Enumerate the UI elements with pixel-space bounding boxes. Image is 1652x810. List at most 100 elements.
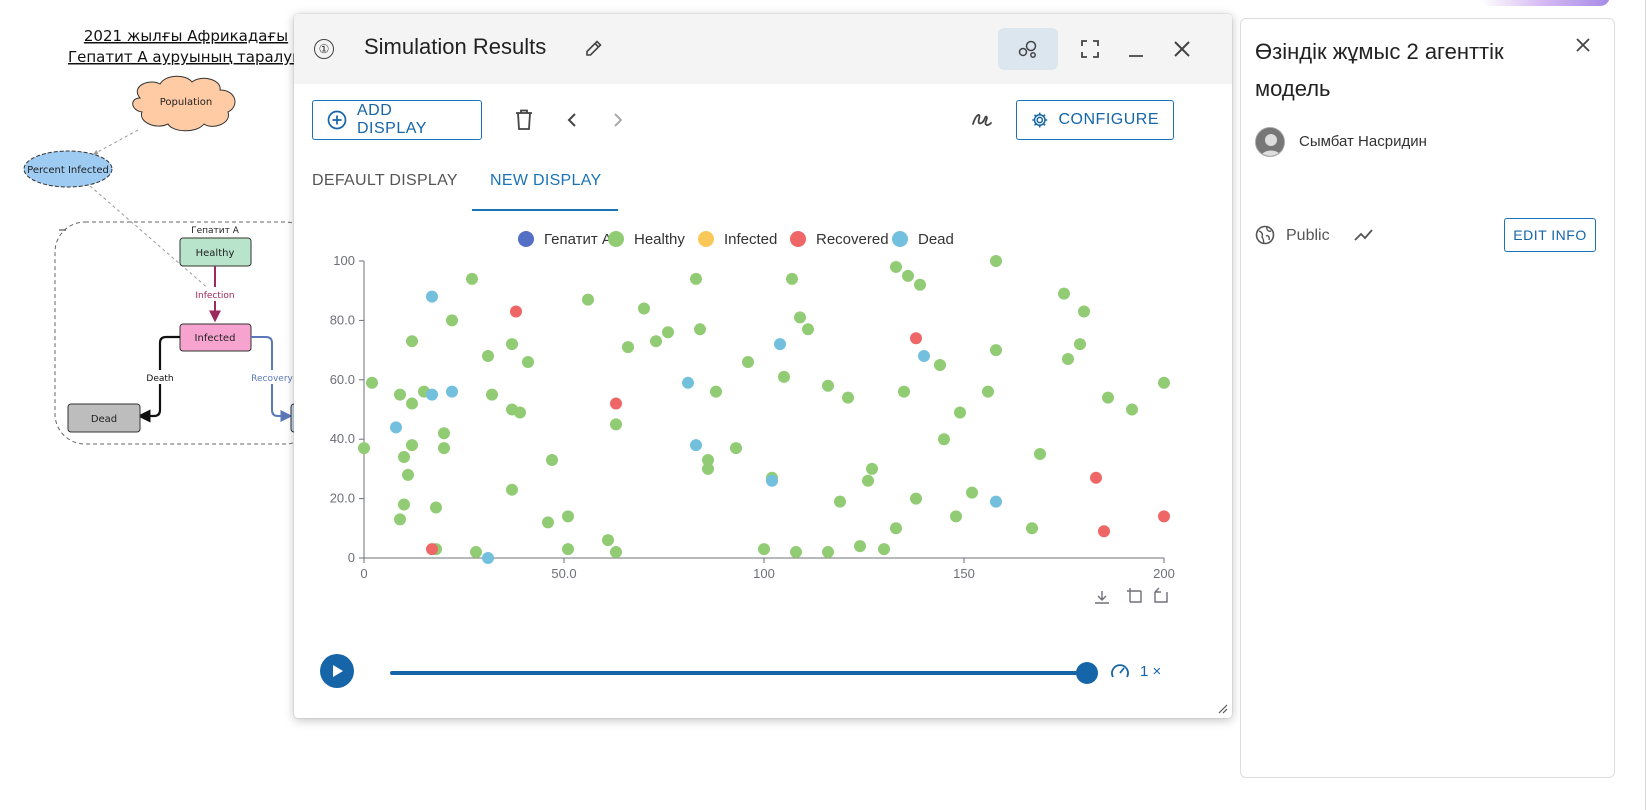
window-header[interactable]: ① Simulation Results xyxy=(294,14,1232,84)
dead-label: Dead xyxy=(91,414,117,425)
infection-label: Infection xyxy=(195,291,234,301)
data-point xyxy=(514,406,526,419)
data-point xyxy=(1062,353,1074,366)
data-point xyxy=(702,462,714,475)
data-point xyxy=(954,406,966,419)
data-point xyxy=(506,338,518,351)
data-point xyxy=(406,335,418,348)
data-point xyxy=(426,290,438,303)
legend-label: Healthy xyxy=(634,231,685,248)
restore-icon[interactable] xyxy=(1154,587,1168,603)
data-point xyxy=(790,546,802,559)
legend-label: Гепатит А xyxy=(544,231,612,248)
dead-node[interactable]: Dead xyxy=(67,403,141,433)
page-scrollbar[interactable] xyxy=(1645,0,1646,810)
data-point xyxy=(438,427,450,440)
resize-handle-icon[interactable] xyxy=(1216,702,1228,714)
data-point xyxy=(406,397,418,410)
zoom-region-icon[interactable] xyxy=(1127,588,1142,603)
next-display-button[interactable] xyxy=(602,104,634,136)
close-panel-icon[interactable] xyxy=(1575,37,1591,53)
infected-label: Infected xyxy=(195,333,236,344)
y-tick-label: 80.0 xyxy=(330,312,355,327)
data-point xyxy=(546,453,558,466)
legend-label: Dead xyxy=(918,231,954,248)
speedometer-icon xyxy=(1111,664,1129,678)
previous-display-button[interactable] xyxy=(556,104,588,136)
y-tick-label: 60.0 xyxy=(330,372,355,387)
data-point xyxy=(710,385,722,398)
data-point xyxy=(854,540,866,553)
active-tab-indicator xyxy=(472,209,618,211)
data-point xyxy=(1034,448,1046,461)
recovery-label: Recovery xyxy=(251,374,293,384)
tab-default-display[interactable]: DEFAULT DISPLAY xyxy=(312,172,458,190)
gear-icon xyxy=(1032,112,1048,128)
data-point xyxy=(682,376,694,389)
add-circle-icon xyxy=(327,110,347,130)
close-window-button[interactable] xyxy=(1152,28,1212,70)
data-point xyxy=(1026,522,1038,535)
group-label: Гепатит А xyxy=(191,226,240,236)
data-point xyxy=(610,397,622,410)
data-point xyxy=(426,543,438,556)
data-point xyxy=(430,501,442,514)
data-point xyxy=(866,462,878,475)
data-point xyxy=(506,483,518,496)
playback-slider-thumb[interactable] xyxy=(1076,662,1098,684)
chevron-left-icon xyxy=(567,113,576,127)
data-point xyxy=(902,269,914,282)
data-point xyxy=(794,311,806,324)
bubble-view-button[interactable] xyxy=(998,28,1058,70)
author-name: Сымбат Насридин xyxy=(1299,133,1427,150)
infected-node[interactable]: Infected xyxy=(179,323,252,352)
chevron-right-icon xyxy=(614,113,623,127)
data-point xyxy=(470,546,482,559)
configure-button[interactable]: CONFIGURE xyxy=(1016,100,1174,140)
edit-info-button[interactable]: EDIT INFO xyxy=(1504,218,1596,252)
data-point xyxy=(610,418,622,431)
data-point xyxy=(486,388,498,401)
add-display-button[interactable]: ADD DISPLAY xyxy=(312,100,482,140)
data-point xyxy=(938,433,950,446)
data-point xyxy=(438,442,450,455)
healthy-node[interactable]: Healthy xyxy=(179,237,252,267)
data-point xyxy=(1158,376,1170,389)
data-point xyxy=(482,552,494,564)
data-point xyxy=(910,492,922,505)
gesture-icon xyxy=(972,113,992,126)
population-node[interactable]: Population xyxy=(132,75,236,132)
data-point xyxy=(446,314,458,327)
data-point xyxy=(426,388,438,401)
data-point xyxy=(834,495,846,508)
data-point xyxy=(482,350,494,363)
data-point xyxy=(406,439,418,452)
play-button[interactable] xyxy=(320,654,354,688)
playback-slider-track[interactable] xyxy=(390,671,1086,675)
tab-new-display[interactable]: NEW DISPLAY xyxy=(490,172,601,190)
delete-display-button[interactable] xyxy=(508,104,540,136)
x-tick-label: 200 xyxy=(1153,566,1175,581)
data-point xyxy=(1126,403,1138,416)
percent-infected-node[interactable]: Percent Infected xyxy=(23,150,113,188)
download-icon[interactable] xyxy=(1095,591,1109,604)
data-point xyxy=(662,326,674,339)
data-point xyxy=(742,355,754,368)
visibility-label: Public xyxy=(1286,227,1330,244)
pencil-icon[interactable] xyxy=(584,38,604,58)
scatter-chart[interactable]: 0 50.0 100 150 200 0 20.0 40.0 60.0 80.0 100 Гепати… xyxy=(294,214,1232,634)
info-icon[interactable]: ① xyxy=(314,39,334,59)
x-tick-label: 50.0 xyxy=(551,566,576,581)
speed-control[interactable]: 1 × xyxy=(1110,662,1161,680)
simulation-results-window[interactable]: ① Simulation Results ADD DISPLAY CONFIGU… xyxy=(294,14,1232,718)
avatar xyxy=(1255,127,1285,157)
data-point xyxy=(602,534,614,547)
legend-label: Infected xyxy=(724,231,777,248)
data-point xyxy=(562,510,574,523)
draw-button[interactable] xyxy=(966,104,998,136)
model-info-panel: Өзіндік жұмыс 2 агенттік модель Сымбат Н… xyxy=(1240,18,1615,778)
trash-icon xyxy=(516,109,532,130)
data-point xyxy=(358,442,370,455)
data-point xyxy=(542,516,554,529)
data-point xyxy=(690,272,702,285)
